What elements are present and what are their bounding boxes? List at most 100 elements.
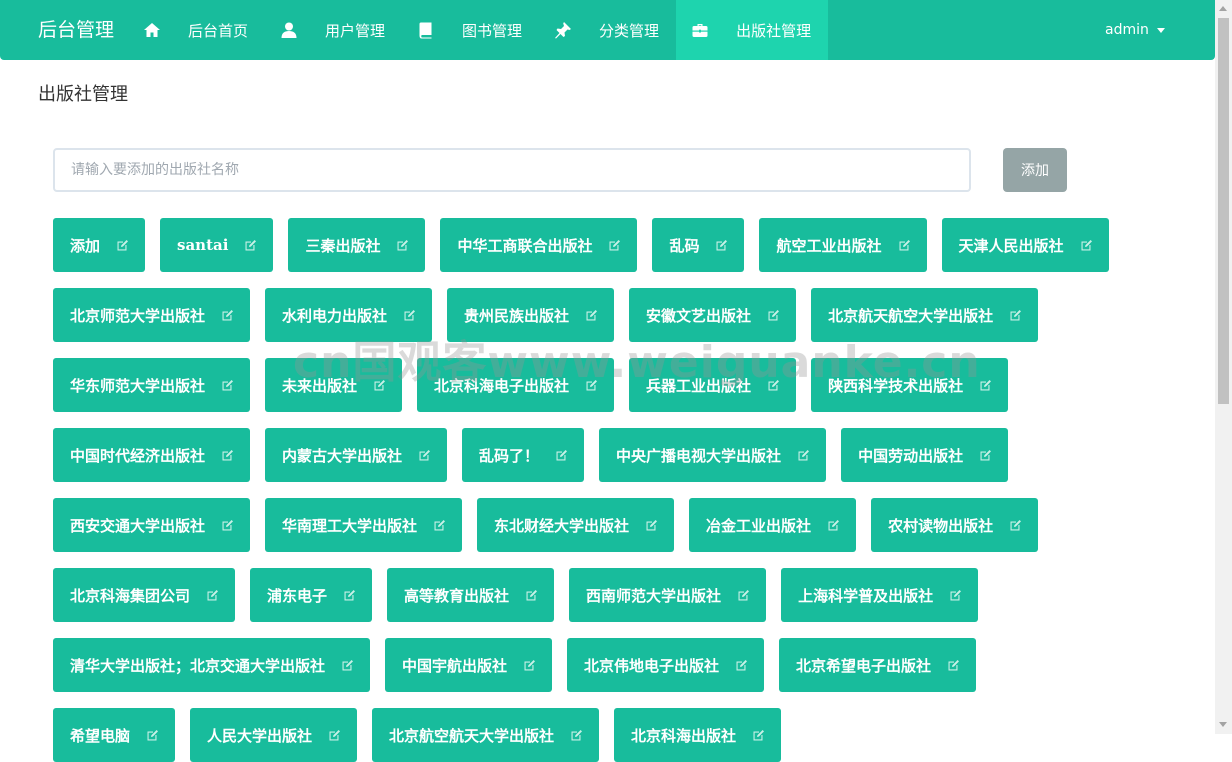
- page-title: 出版社管理: [38, 84, 128, 105]
- publisher-tag[interactable]: santai: [160, 218, 274, 272]
- edit-icon[interactable]: [244, 239, 257, 252]
- publisher-tag[interactable]: 东北财经大学出版社: [477, 498, 675, 552]
- edit-icon[interactable]: [737, 589, 750, 602]
- publisher-tag[interactable]: 中国劳动出版社: [841, 428, 1009, 482]
- add-publisher-button[interactable]: 添加: [1003, 148, 1067, 192]
- publisher-tag[interactable]: 天津人民出版社: [941, 218, 1109, 272]
- edit-icon[interactable]: [979, 449, 992, 462]
- publisher-tag[interactable]: 北京航空航天大学出版社: [372, 708, 600, 762]
- publisher-tag[interactable]: 添加: [53, 218, 146, 272]
- edit-icon[interactable]: [585, 379, 598, 392]
- edit-icon[interactable]: [341, 659, 354, 672]
- edit-icon[interactable]: [146, 729, 159, 742]
- edit-icon[interactable]: [116, 239, 129, 252]
- nav-item-users[interactable]: 用户管理: [265, 0, 402, 60]
- brand-title[interactable]: 后台管理: [38, 0, 114, 60]
- edit-icon[interactable]: [570, 729, 583, 742]
- edit-icon[interactable]: [221, 309, 234, 322]
- publisher-tag[interactable]: 希望电脑: [53, 708, 176, 762]
- publisher-tag[interactable]: 兵器工业出版社: [629, 358, 797, 412]
- edit-icon[interactable]: [715, 239, 728, 252]
- publisher-tag[interactable]: 华东师范大学出版社: [53, 358, 251, 412]
- nav-label-publishers: 出版社管理: [736, 21, 812, 40]
- publisher-tag[interactable]: 三秦出版社: [288, 218, 426, 272]
- nav-item-books[interactable]: 图书管理: [402, 0, 539, 60]
- user-menu-dropdown[interactable]: admin: [1105, 0, 1165, 60]
- edit-icon[interactable]: [797, 449, 810, 462]
- nav-item-home[interactable]: 后台首页: [128, 0, 265, 60]
- edit-icon[interactable]: [827, 519, 840, 532]
- edit-icon[interactable]: [752, 729, 765, 742]
- edit-icon[interactable]: [1009, 309, 1022, 322]
- edit-icon[interactable]: [979, 379, 992, 392]
- edit-icon[interactable]: [373, 379, 386, 392]
- edit-icon[interactable]: [221, 519, 234, 532]
- edit-icon[interactable]: [221, 379, 234, 392]
- scroll-down-arrow-icon[interactable]: [1219, 722, 1227, 727]
- publisher-tag[interactable]: 北京伟地电子出版社: [567, 638, 765, 692]
- publisher-tag[interactable]: 农村读物出版社: [871, 498, 1039, 552]
- publisher-tag[interactable]: 陕西科学技术出版社: [811, 358, 1009, 412]
- edit-icon[interactable]: [585, 309, 598, 322]
- publisher-tag[interactable]: 乱码了！: [462, 428, 585, 482]
- edit-icon[interactable]: [1080, 239, 1093, 252]
- edit-icon[interactable]: [433, 519, 446, 532]
- publisher-tag[interactable]: 北京师范大学出版社: [53, 288, 251, 342]
- publisher-tag-label: 北京航空航天大学出版社: [389, 726, 555, 745]
- publisher-tag[interactable]: 高等教育出版社: [387, 568, 555, 622]
- vertical-scrollbar[interactable]: [1215, 0, 1232, 734]
- publisher-tag[interactable]: 未来出版社: [265, 358, 403, 412]
- publisher-tag[interactable]: 乱码: [652, 218, 745, 272]
- publisher-tag[interactable]: 水利电力出版社: [265, 288, 433, 342]
- publisher-tag[interactable]: 人民大学出版社: [190, 708, 358, 762]
- publisher-tag[interactable]: 冶金工业出版社: [689, 498, 857, 552]
- edit-icon[interactable]: [898, 239, 911, 252]
- edit-icon[interactable]: [735, 659, 748, 672]
- publisher-tag[interactable]: 西安交通大学出版社: [53, 498, 251, 552]
- edit-icon[interactable]: [949, 589, 962, 602]
- edit-icon[interactable]: [343, 589, 356, 602]
- publisher-tag[interactable]: 北京科海出版社: [614, 708, 782, 762]
- publisher-tag[interactable]: 北京希望电子出版社: [779, 638, 977, 692]
- publisher-tag[interactable]: 上海科学普及出版社: [781, 568, 979, 622]
- nav-item-categories[interactable]: 分类管理: [539, 0, 676, 60]
- publisher-tag[interactable]: 西南师范大学出版社: [569, 568, 767, 622]
- edit-icon[interactable]: [396, 239, 409, 252]
- edit-icon[interactable]: [767, 309, 780, 322]
- publisher-tag[interactable]: 内蒙古大学出版社: [265, 428, 448, 482]
- publisher-tag-label: 北京航天航空大学出版社: [828, 306, 994, 325]
- edit-icon[interactable]: [523, 659, 536, 672]
- scrollbar-thumb[interactable]: [1218, 18, 1229, 404]
- publisher-tag[interactable]: 浦东电子: [250, 568, 373, 622]
- edit-icon[interactable]: [418, 449, 431, 462]
- edit-icon[interactable]: [403, 309, 416, 322]
- publisher-tag-label: 北京科海电子出版社: [434, 376, 570, 395]
- edit-icon[interactable]: [645, 519, 658, 532]
- publisher-tag[interactable]: 航空工业出版社: [759, 218, 927, 272]
- publisher-tag[interactable]: 北京科海集团公司: [53, 568, 236, 622]
- scroll-up-arrow-icon[interactable]: [1219, 6, 1227, 11]
- publisher-tag[interactable]: 华南理工大学出版社: [265, 498, 463, 552]
- publisher-tag[interactable]: 中央广播电视大学出版社: [599, 428, 827, 482]
- publisher-tag-label: 东北财经大学出版社: [494, 516, 630, 535]
- edit-icon[interactable]: [525, 589, 538, 602]
- edit-icon[interactable]: [555, 449, 568, 462]
- nav-item-publishers[interactable]: 出版社管理: [676, 0, 829, 60]
- edit-icon[interactable]: [328, 729, 341, 742]
- edit-icon[interactable]: [608, 239, 621, 252]
- edit-icon[interactable]: [767, 379, 780, 392]
- edit-icon[interactable]: [947, 659, 960, 672]
- publisher-tag[interactable]: 安徽文艺出版社: [629, 288, 797, 342]
- edit-icon[interactable]: [206, 589, 219, 602]
- publisher-tag[interactable]: 中国时代经济出版社: [53, 428, 251, 482]
- publisher-tag[interactable]: 清华大学出版社；北京交通大学出版社: [53, 638, 371, 692]
- edit-icon[interactable]: [221, 449, 234, 462]
- publisher-tag[interactable]: 贵州民族出版社: [447, 288, 615, 342]
- publisher-tag[interactable]: 北京航天航空大学出版社: [811, 288, 1039, 342]
- publisher-tag[interactable]: 中国宇航出版社: [385, 638, 553, 692]
- publisher-name-input[interactable]: [53, 148, 971, 192]
- publisher-tag-label: 陕西科学技术出版社: [828, 376, 964, 395]
- publisher-tag[interactable]: 中华工商联合出版社: [440, 218, 638, 272]
- edit-icon[interactable]: [1009, 519, 1022, 532]
- publisher-tag[interactable]: 北京科海电子出版社: [417, 358, 615, 412]
